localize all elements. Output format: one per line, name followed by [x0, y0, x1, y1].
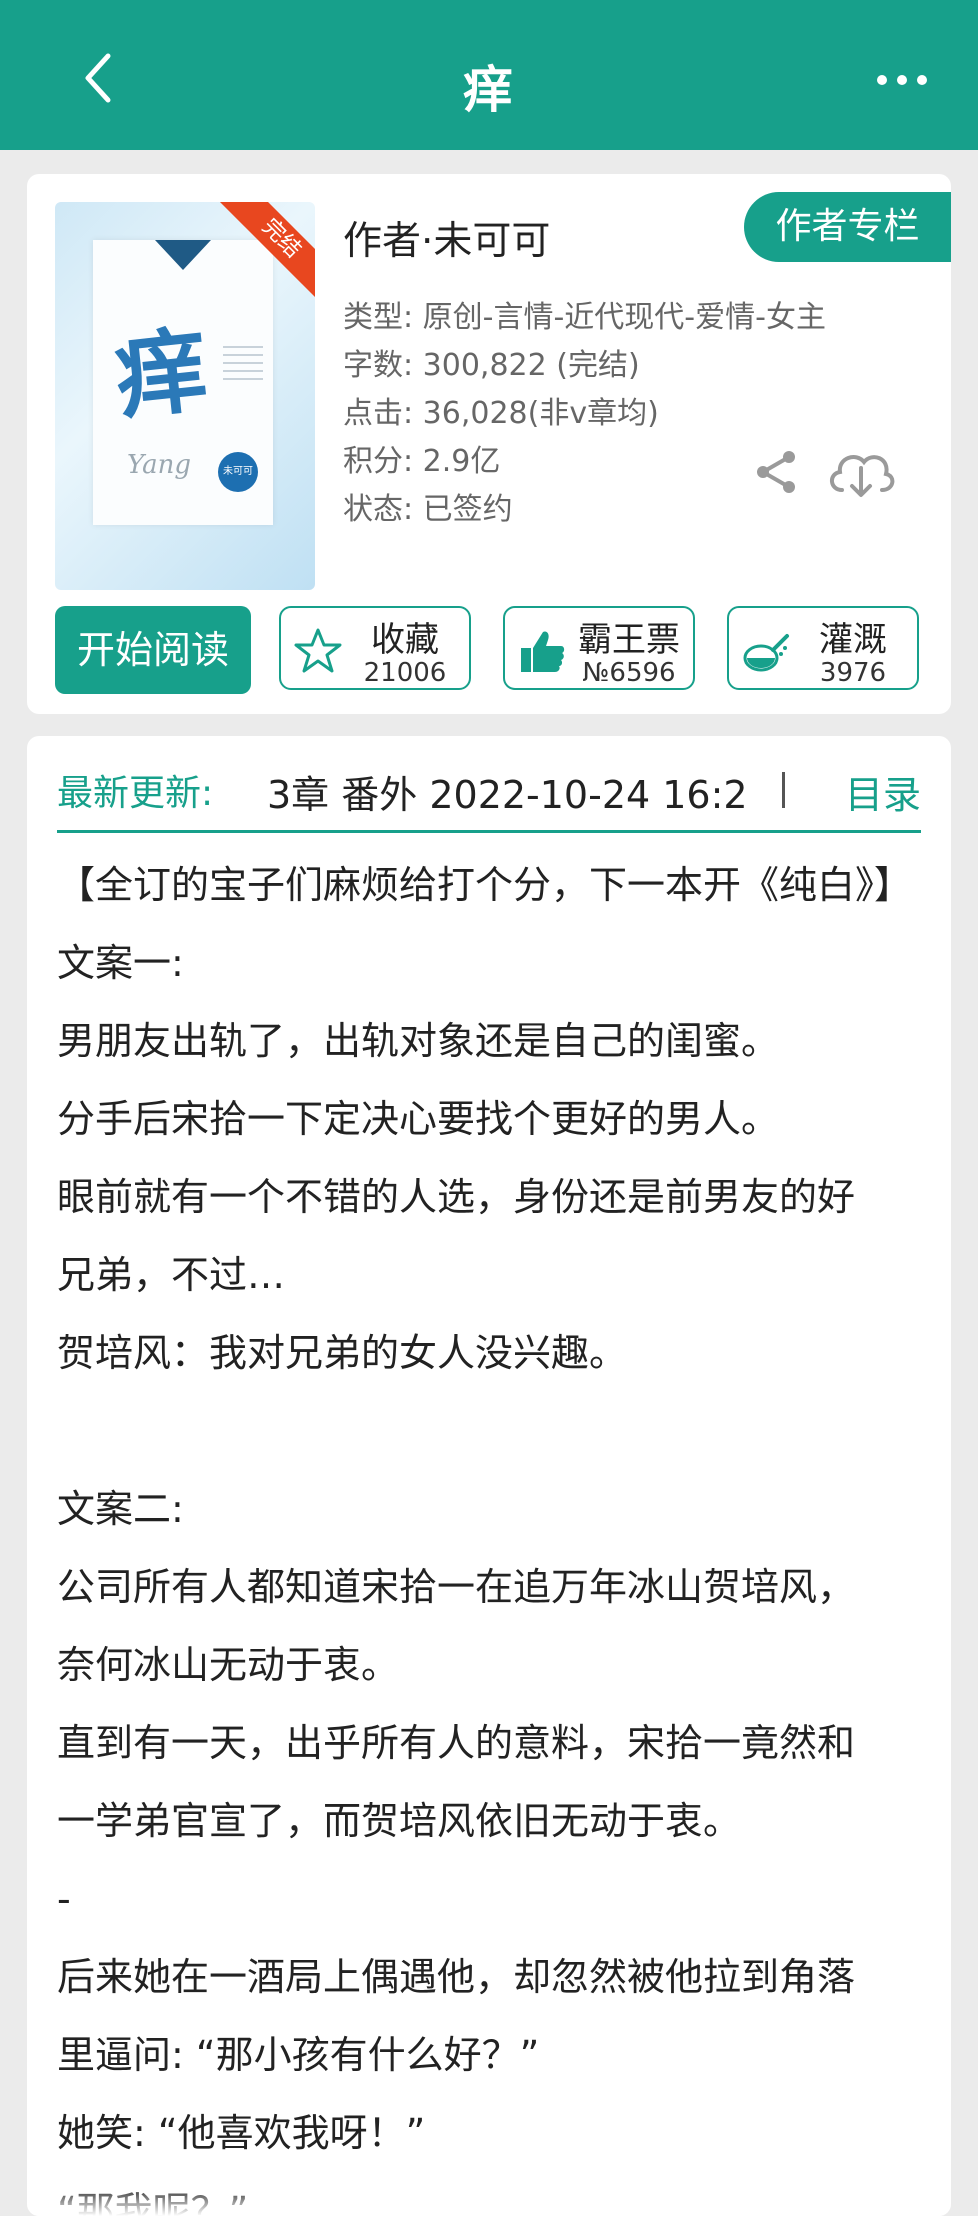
favorite-button[interactable]: 收藏 21006	[279, 606, 471, 690]
nutrient-label: 灌溉	[819, 620, 887, 660]
cover-signature: Yang	[127, 450, 192, 480]
intro-line	[57, 1392, 937, 1470]
table-of-contents-link[interactable]: 目录	[845, 764, 921, 819]
intro-line: 文案一:	[57, 941, 184, 985]
book-info-card: 痒 Yang 未可可 完结 作者·未可可 作者专栏 类型: 原创-言情-近代现代…	[27, 174, 951, 714]
page-title: 痒	[463, 61, 515, 119]
sign-status: 状态: 已签约	[343, 492, 513, 527]
share-icon[interactable]	[753, 449, 799, 495]
intro-line: 一学弟官宣了，而贺培风依旧无动于衷。	[57, 1799, 742, 1843]
divider-bar	[782, 772, 785, 808]
intro-line: -	[57, 1877, 71, 1921]
intro-line: 里逼问: “那小孩有什么好？”	[57, 2033, 540, 2077]
bawang-label: 霸王票	[578, 620, 680, 660]
nutrient-button[interactable]: 灌溉 3976	[727, 606, 919, 690]
author-column-button[interactable]: 作者专栏	[744, 192, 951, 262]
intro-line: 直到有一天，出乎所有人的意料，宋拾一竟然和	[57, 1721, 856, 1765]
intro-line: 文案二:	[57, 1487, 184, 1531]
book-type: 类型: 原创-言情-近代现代-爱情-女主	[343, 300, 826, 335]
intro-line: 【全订的宝子们麻烦给打个分，下一本开《纯白》】	[57, 863, 913, 907]
intro-line: 男朋友出轨了，出轨对象还是自己的闺蜜。	[57, 1019, 780, 1063]
click-count: 点击: 36,028(非v章均)	[343, 396, 659, 431]
top-bar: 痒	[0, 0, 978, 150]
author-name[interactable]: 作者·未可可	[343, 210, 550, 266]
favorite-count: 21006	[363, 658, 447, 688]
thumbs-up-icon	[521, 631, 565, 672]
latest-update-label: 最新更新:	[57, 773, 214, 814]
score: 积分: 2.9亿	[343, 444, 501, 479]
word-count: 字数: 300,822 (完结)	[343, 348, 640, 383]
cover-paper: 痒 Yang 未可可	[93, 240, 273, 525]
cloud-download-icon[interactable]	[824, 444, 898, 500]
book-introduction: 【全订的宝子们麻烦给打个分，下一本开《纯白》】 文案一: 男朋友出轨了，出轨对象…	[57, 846, 937, 2216]
latest-update-text[interactable]: 3章 番外 2022-10-24 16:2	[267, 764, 807, 819]
bawang-count: №6596	[582, 658, 676, 688]
intro-line: 眼前就有一个不错的人选，身份还是前男友的好	[57, 1175, 856, 1219]
cover-text-lines	[223, 340, 263, 386]
watering-icon	[743, 634, 789, 672]
header-divider	[57, 830, 921, 833]
intro-line: 贺培风：我对兄弟的女人没兴趣。	[57, 1331, 628, 1375]
cover-seal: 未可可	[218, 452, 258, 492]
intro-card: 最新更新: 3章 番外 2022-10-24 16:2 目录 【全订的宝子们麻烦…	[27, 736, 951, 2216]
intro-line: 奈何冰山无动于衷。	[57, 1643, 400, 1687]
intro-line: 后来她在一酒局上偶遇他，却忽然被他拉到角落	[57, 1955, 856, 1999]
cover-title-char: 痒	[110, 315, 214, 433]
intro-line: 兄弟，不过…	[57, 1253, 286, 1297]
intro-line: 公司所有人都知道宋拾一在追万年冰山贺培风，	[57, 1565, 856, 1609]
nutrient-count: 3976	[819, 658, 887, 688]
intro-line: 分手后宋拾一下定决心要找个更好的男人。	[57, 1097, 780, 1141]
bawang-ticket-button[interactable]: 霸王票 №6596	[503, 606, 695, 690]
favorite-label: 收藏	[371, 620, 439, 660]
cover-triangle	[155, 240, 211, 270]
bottom-fade	[27, 2186, 951, 2216]
intro-line: 她笑: “他喜欢我呀！”	[57, 2111, 426, 2155]
star-icon	[294, 628, 342, 673]
start-reading-button[interactable]: 开始阅读	[55, 606, 251, 694]
book-cover[interactable]: 痒 Yang 未可可 完结	[55, 202, 315, 590]
more-dots-icon[interactable]	[872, 70, 932, 90]
